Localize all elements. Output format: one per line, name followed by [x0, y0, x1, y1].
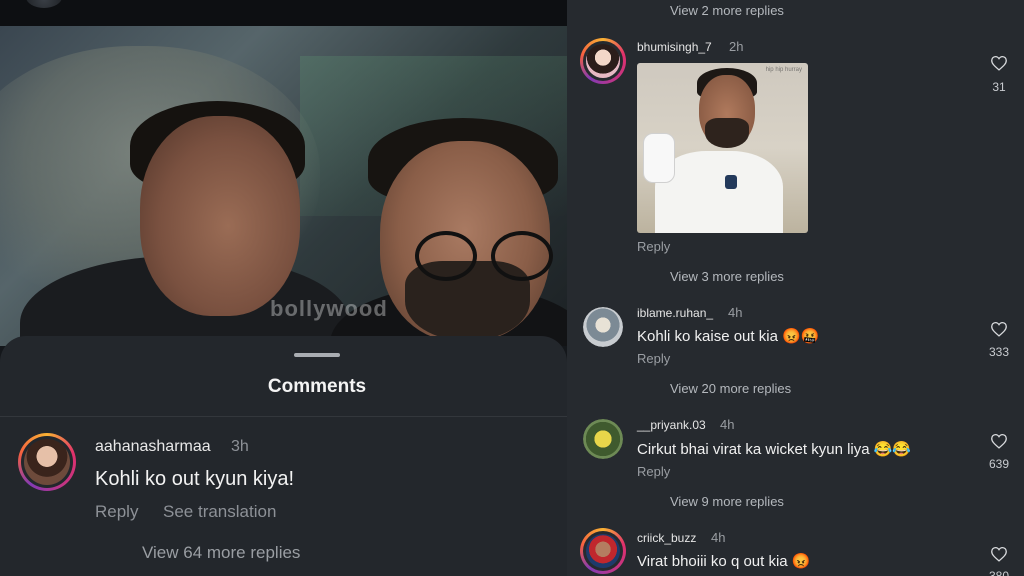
view-more-replies-button[interactable]: View 64 more replies	[142, 543, 300, 563]
photo-watermark: bollywood	[270, 296, 388, 321]
poster-avatar[interactable]	[26, 0, 62, 8]
reply-button[interactable]: Reply	[637, 239, 670, 254]
comment-timestamp: 4h	[720, 417, 735, 432]
gif-glove	[643, 133, 675, 183]
post-header-bar	[0, 0, 567, 26]
reply-button[interactable]: Reply	[637, 351, 670, 366]
commenter-avatar[interactable]	[583, 419, 623, 459]
sheet-title: Comments	[267, 376, 367, 397]
commenter-avatar[interactable]	[18, 433, 76, 491]
like-count: 380	[988, 569, 1010, 576]
commenter-avatar[interactable]	[580, 528, 626, 574]
heart-icon[interactable]	[990, 321, 1008, 337]
comment-username[interactable]: criick_buzz	[637, 531, 696, 545]
view-more-replies-button[interactable]: View 2 more replies	[670, 3, 784, 18]
view-more-replies-button[interactable]: View 20 more replies	[670, 381, 791, 396]
comment-text: Kohli ko kaise out kia 😡🤬	[637, 328, 820, 345]
comment-timestamp: 4h	[711, 530, 726, 545]
gif-tag: hip hip hurray	[765, 67, 802, 73]
sheet-divider	[0, 416, 567, 417]
comments-thread-panel: View 2 more replies bhumisingh_7 2h hip …	[567, 0, 1024, 576]
gif-beard	[705, 118, 749, 148]
like-count: 639	[988, 457, 1010, 471]
comment-username[interactable]: iblame.ruhan_	[637, 306, 713, 320]
comment-username[interactable]: __priyank.03	[637, 418, 706, 432]
heart-icon[interactable]	[990, 55, 1008, 71]
comment-gif[interactable]: hip hip hurray	[637, 63, 808, 233]
post-photo[interactable]: bollywood	[0, 26, 567, 346]
gif-badge	[725, 175, 737, 189]
view-more-replies-button[interactable]: View 9 more replies	[670, 494, 784, 509]
comments-sheet: Comments aahanasharmaa 3h Kohli ko out k…	[0, 336, 567, 576]
reply-button[interactable]: Reply	[95, 502, 138, 522]
view-more-replies-button[interactable]: View 3 more replies	[670, 269, 784, 284]
heart-icon[interactable]	[990, 546, 1008, 562]
photo-person-left-face	[140, 116, 300, 316]
like-count: 31	[992, 80, 1006, 94]
comment-text: Virat bhoiii ko q out kia 😡	[637, 553, 811, 570]
comment-timestamp: 2h	[729, 39, 744, 54]
comment-text: Kohli ko out kyun kiya!	[95, 468, 294, 490]
heart-icon[interactable]	[990, 433, 1008, 449]
commenter-avatar[interactable]	[583, 307, 623, 347]
see-translation-button[interactable]: See translation	[163, 502, 276, 522]
like-count: 333	[988, 345, 1010, 359]
post-panel: bollywood Comments aahanasharmaa 3h Kohl…	[0, 0, 567, 576]
reply-button[interactable]: Reply	[637, 464, 670, 479]
photo-glasses	[415, 231, 555, 281]
sheet-drag-handle[interactable]	[294, 353, 340, 357]
comment-text: Cirkut bhai virat ka wicket kyun liya 😂😂	[637, 441, 912, 458]
comment-timestamp: 4h	[728, 305, 743, 320]
comment-username[interactable]: aahanasharmaa	[95, 438, 211, 456]
commenter-avatar[interactable]	[580, 38, 626, 84]
comment-timestamp: 3h	[231, 438, 249, 455]
comment-username[interactable]: bhumisingh_7	[637, 40, 712, 54]
